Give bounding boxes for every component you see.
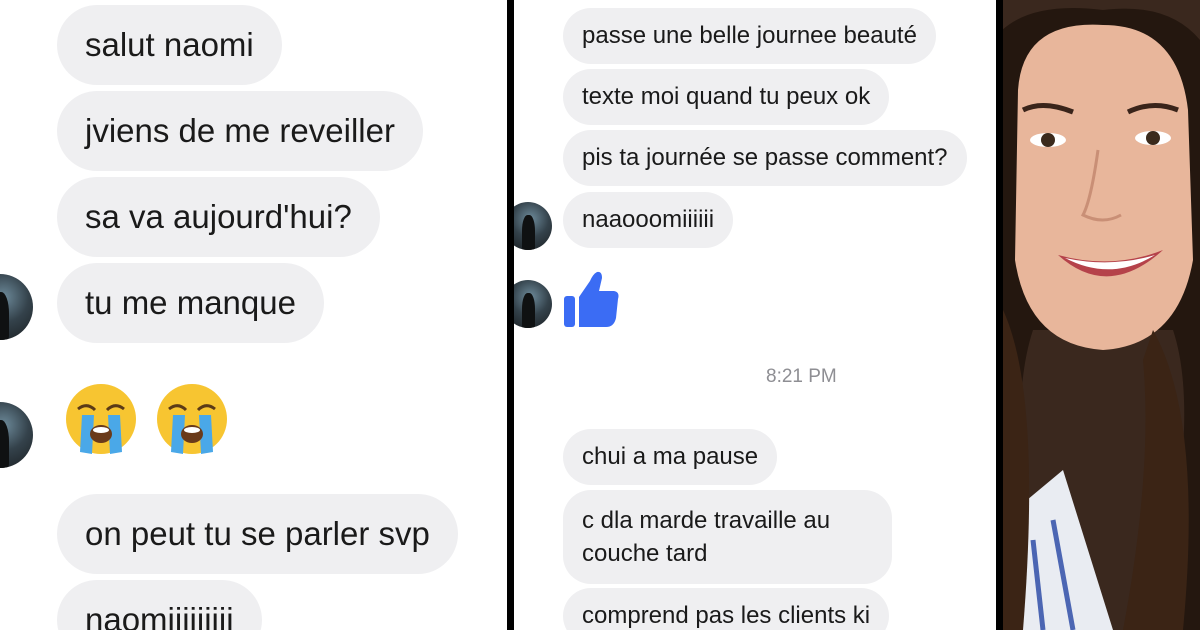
message-bubble[interactable]: sa va aujourd'hui? [57,177,380,257]
woman-portrait-image [1003,0,1200,630]
timestamp: 8:21 PM [766,366,837,387]
loudly-crying-face-icon[interactable] [155,382,229,456]
message-bubble[interactable]: tu me manque [57,263,324,343]
sender-avatar[interactable] [514,202,552,250]
sender-avatar[interactable] [0,402,33,468]
loudly-crying-face-icon[interactable] [64,382,138,456]
sender-avatar[interactable] [514,280,552,328]
profile-photo [1003,0,1200,630]
left-chat-panel: salut naomi jviens de me reveiller sa va… [0,0,507,630]
message-bubble[interactable]: texte moi quand tu peux ok [563,69,890,125]
right-chat-panel: passe une belle journee beauté texte moi… [514,0,996,630]
message-bubble[interactable]: naaooomiiiiii [563,192,734,248]
message-bubble[interactable]: chui a ma pause [563,429,778,485]
sender-avatar[interactable] [0,274,33,340]
message-bubble[interactable]: pis ta journée se passe comment? [563,130,967,186]
message-bubble[interactable]: salut naomi [57,5,282,85]
message-bubble[interactable]: comprend pas les clients ki [563,588,890,630]
message-bubble[interactable]: on peut tu se parler svp [57,494,458,574]
thumbs-up-icon[interactable] [562,268,622,330]
message-bubble[interactable]: jviens de me reveiller [57,91,423,171]
message-bubble[interactable]: passe une belle journee beauté [563,8,936,64]
message-bubble[interactable]: c dla marde travaille au couche tard [563,490,892,584]
message-bubble[interactable]: naomiiiiiiiii [57,580,262,630]
